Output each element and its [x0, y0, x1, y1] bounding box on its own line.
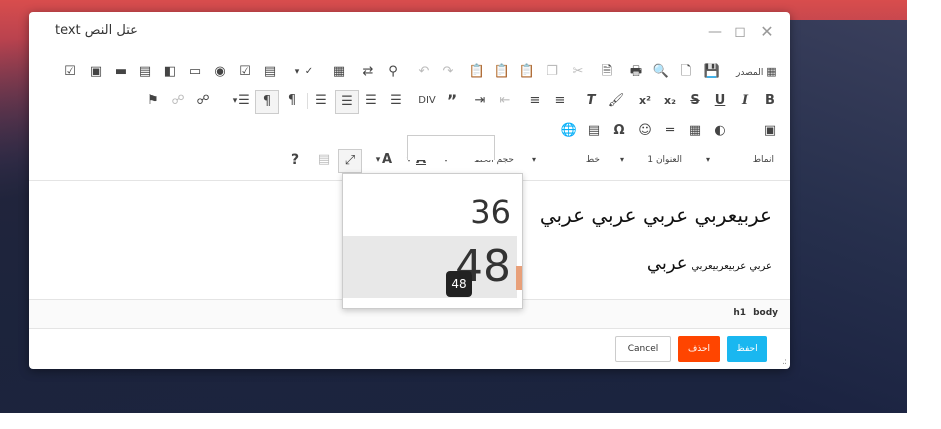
find-icon[interactable]: ⚲ [383, 62, 403, 82]
path-body[interactable]: body [753, 308, 778, 318]
dialog-title: text عتل النص [55, 23, 138, 38]
new-page-icon[interactable]: 🗋 [676, 62, 696, 82]
smiley-icon[interactable]: ☺ [635, 121, 655, 141]
font-size-combo-open [407, 135, 495, 160]
cut-icon[interactable]: ✂ [568, 62, 588, 82]
numbered-list-icon[interactable]: ≡ [550, 91, 570, 111]
italic-icon[interactable]: I [735, 91, 755, 111]
minimize-icon[interactable]: — [707, 24, 723, 40]
close-icon[interactable]: ✕ [759, 24, 775, 40]
special-char-icon[interactable]: Ω [609, 121, 629, 141]
strikethrough-icon[interactable]: S [685, 91, 705, 111]
outdent-icon[interactable]: ⇤ [495, 91, 515, 111]
redo-icon[interactable]: ↷ [438, 62, 458, 82]
flash-icon[interactable]: ◐ [710, 121, 730, 141]
dropdown-scrollbar[interactable] [516, 266, 522, 290]
path-h1[interactable]: h1 [733, 308, 746, 318]
bulleted-list-icon[interactable]: ≡ [525, 91, 545, 111]
help-icon[interactable]: ? [285, 150, 305, 170]
ltr-icon[interactable]: ¶ [282, 91, 302, 111]
font-size-dropdown: 36 48 [342, 173, 523, 309]
tooltip: 48 [446, 271, 472, 297]
resize-grip-icon[interactable]: .: [782, 357, 787, 367]
align-right-icon[interactable]: ☰ [335, 90, 359, 114]
underline-icon[interactable]: U [710, 91, 730, 111]
title-bar: text عتل النص — ◻ ✕ [29, 12, 790, 52]
hidden-field-icon[interactable]: ▬ [111, 62, 131, 82]
form-icon[interactable]: ☑ [60, 62, 80, 82]
paragraph-small-text: عربي عربيعربيعربي [691, 261, 772, 272]
paragraph-text[interactable]: عربي عربيعربيعربي عربي [647, 253, 772, 274]
undo-icon[interactable]: ↶ [414, 62, 434, 82]
radio-icon[interactable]: ◉ [210, 62, 230, 82]
copy-icon[interactable]: ❐ [542, 62, 562, 82]
maximize-icon[interactable]: ◻ [732, 24, 748, 40]
creatediv-icon[interactable]: DIV [417, 91, 437, 111]
maximize-editor-icon[interactable]: ⤢ [338, 149, 362, 173]
styles-combo[interactable]: ▾ انماط [706, 150, 774, 170]
heading-text[interactable]: عربيعربي عربي عربي عربي [540, 203, 772, 227]
unlink-icon[interactable]: ☍ [168, 91, 188, 111]
button-field-icon[interactable]: ▣ [86, 62, 106, 82]
justify-icon[interactable]: ☰ [311, 91, 331, 111]
remove-format-icon[interactable]: T [581, 91, 601, 111]
rtl-icon[interactable]: ¶ [255, 90, 279, 114]
delete-button[interactable]: احذف [678, 336, 720, 362]
indent-icon[interactable]: ⇥ [470, 91, 490, 111]
anchor-icon[interactable]: ⚑ [143, 91, 163, 111]
textfield-icon[interactable]: ▭ [185, 62, 205, 82]
bg-color-icon[interactable]: A [377, 150, 397, 170]
video-icon[interactable]: ▤ [584, 121, 604, 141]
format-combo[interactable]: ▾ العنوان 1 [616, 150, 702, 170]
blockquote-icon[interactable]: ” [442, 91, 462, 111]
paste-word-icon[interactable]: 📋 [467, 62, 487, 82]
select-field-icon[interactable]: ▤ [135, 62, 155, 82]
language-icon[interactable]: ☰ [234, 91, 254, 111]
mountain-silhouette-right [780, 20, 907, 413]
form-field-icon[interactable]: ▤ [260, 62, 280, 82]
align-left-icon[interactable]: ☰ [386, 91, 406, 111]
table-icon[interactable]: ▦ [685, 121, 705, 141]
bold-icon[interactable]: B [760, 91, 780, 111]
separator [307, 93, 308, 109]
font-size-option-48[interactable]: 48 [343, 236, 517, 298]
spellcheck-icon[interactable]: ✓ [299, 62, 319, 82]
image-icon[interactable]: ▣ [760, 121, 780, 141]
replace-icon[interactable]: ⇄ [358, 62, 378, 82]
save-button[interactable]: احفظ [727, 336, 767, 362]
textarea-icon[interactable]: ◧ [160, 62, 180, 82]
cancel-button[interactable]: Cancel [615, 336, 671, 362]
editor-toolbar: ☑ ▣ ▬ ▤ ◧ ▭ ◉ ☑ ▤ ▾ ✓ ▦ ⇄ ⚲ ↶ ↷ 📋 📋 📋 ❐ … [29, 56, 790, 180]
copy-format-icon[interactable]: 🖌 [606, 91, 626, 111]
paragraph-big-text: عربي [646, 253, 688, 274]
link-icon[interactable]: ☍ [193, 91, 213, 111]
show-blocks-icon[interactable]: ▤ [314, 150, 334, 170]
font-size-option-36[interactable]: 36 [343, 192, 517, 232]
select-all-icon[interactable]: ▦ [329, 62, 349, 82]
align-center-icon[interactable]: ☰ [361, 91, 381, 111]
font-combo[interactable]: ▾ خط [526, 150, 612, 170]
iframe-icon[interactable]: 🌐 [559, 121, 579, 141]
superscript-icon[interactable]: x² [635, 91, 655, 111]
templates-icon[interactable]: 🗎 [597, 62, 617, 82]
subscript-icon[interactable]: x₂ [660, 91, 680, 111]
checkbox-icon[interactable]: ☑ [235, 62, 255, 82]
horizontal-line-icon[interactable]: ═ [660, 121, 680, 141]
dialog-footer: Cancel احذف احفظ .: [29, 328, 790, 369]
source-button[interactable]: المصدر ▦ [736, 62, 777, 82]
paste-icon[interactable]: 📋 [517, 62, 537, 82]
save-icon[interactable]: 💾 [702, 62, 722, 82]
paste-text-icon[interactable]: 📋 [492, 62, 512, 82]
preview-icon[interactable]: 🔍 [651, 62, 671, 82]
print-icon[interactable]: 🖶 [626, 62, 646, 82]
